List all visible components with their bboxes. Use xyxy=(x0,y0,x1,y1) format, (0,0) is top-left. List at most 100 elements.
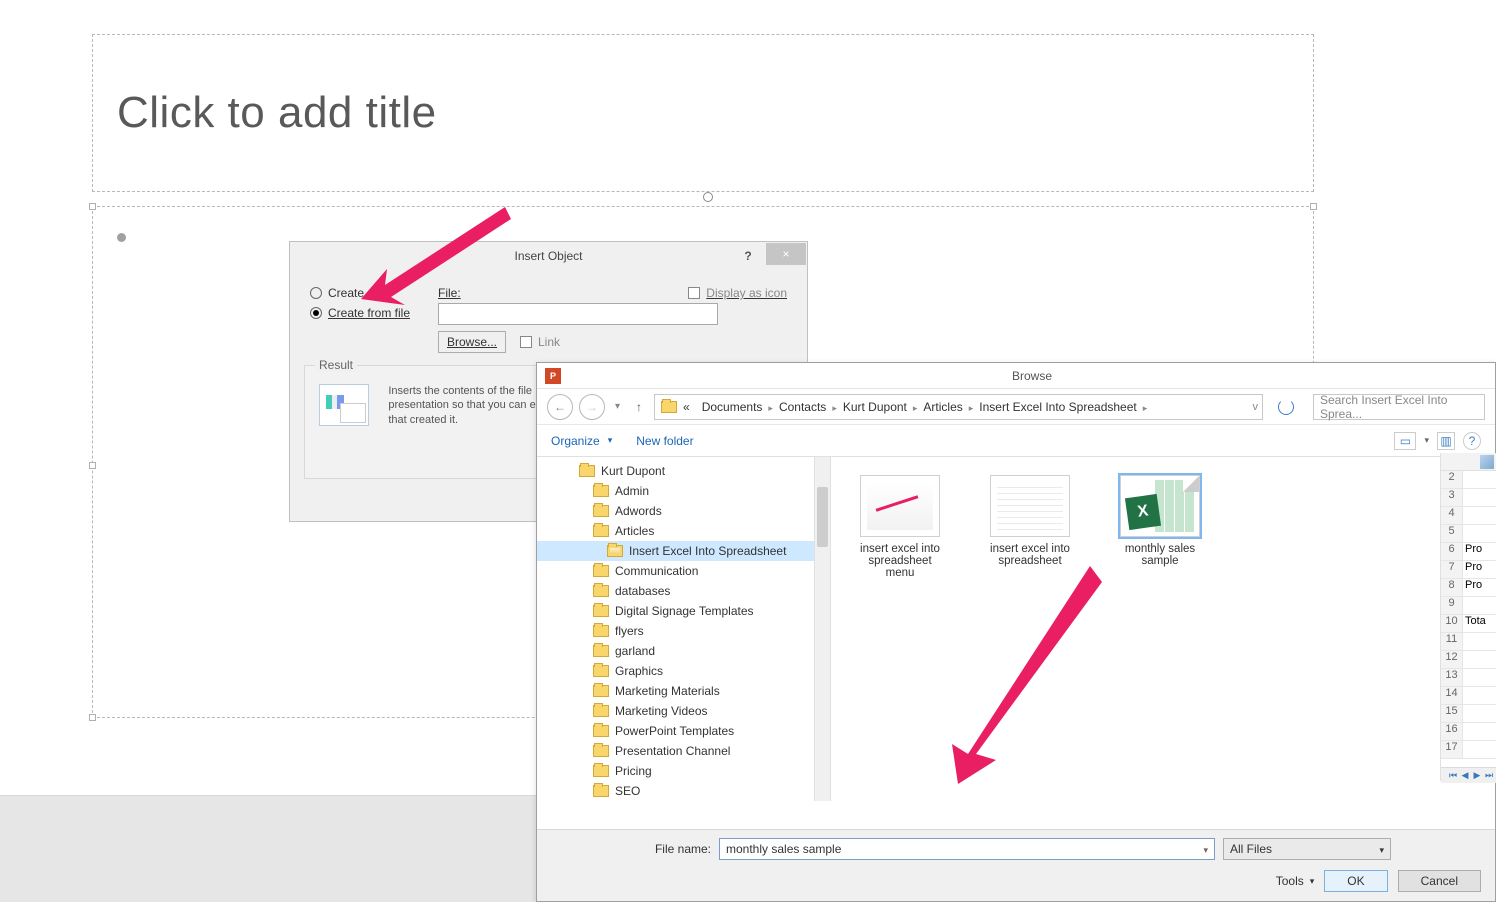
row-number: 3 xyxy=(1441,489,1463,506)
folder-icon xyxy=(593,585,609,597)
breadcrumb-item[interactable]: Insert Excel Into Spreadsheet xyxy=(979,400,1136,414)
folder-tree[interactable]: Kurt Dupont AdminAdwordsArticlesInsert Ex… xyxy=(537,457,831,801)
create-new-radio[interactable]: Create new xyxy=(310,286,420,300)
tree-node[interactable]: Digital Signage Templates xyxy=(537,601,830,621)
file-name-input[interactable]: monthly sales sample xyxy=(719,838,1215,860)
cancel-button[interactable]: Cancel xyxy=(1398,870,1481,892)
new-folder-button[interactable]: New folder xyxy=(636,434,693,448)
help-button[interactable]: ? xyxy=(735,246,761,266)
tree-node[interactable]: Adwords xyxy=(537,501,830,521)
row-number: 2 xyxy=(1441,471,1463,488)
display-as-icon-checkbox[interactable]: Display as icon xyxy=(688,286,787,300)
chevron-down-icon[interactable] xyxy=(1203,842,1208,856)
close-button[interactable]: × xyxy=(766,243,806,265)
preview-row: 15 xyxy=(1441,705,1496,723)
preview-row: 9 xyxy=(1441,597,1496,615)
file-type-select[interactable]: All Files xyxy=(1223,838,1391,860)
nav-up-button[interactable]: ↑ xyxy=(636,400,642,414)
powerpoint-icon: P xyxy=(545,368,561,384)
rotate-handle-icon[interactable] xyxy=(703,192,713,202)
create-new-label: Create new xyxy=(328,286,389,300)
link-checkbox[interactable]: Link xyxy=(520,335,560,349)
file-item[interactable]: insert excel into spreadsheet xyxy=(985,475,1075,567)
folder-icon xyxy=(579,465,595,477)
help-icon[interactable]: ? xyxy=(1463,432,1481,450)
file-item[interactable]: Xmonthly sales sample xyxy=(1115,475,1205,567)
chevron-down-icon[interactable]: v xyxy=(1253,401,1259,413)
folder-icon xyxy=(593,745,609,757)
breadcrumb-item[interactable]: Contacts xyxy=(779,400,826,414)
nav-back-button[interactable]: ← xyxy=(547,394,573,420)
file-type-value: All Files xyxy=(1230,842,1272,856)
row-number: 15 xyxy=(1441,705,1463,722)
tree-node[interactable]: garland xyxy=(537,641,830,661)
breadcrumb-item[interactable]: Kurt Dupont xyxy=(843,400,907,414)
tree-node[interactable]: Marketing Materials xyxy=(537,681,830,701)
organize-button[interactable]: Organize xyxy=(551,434,612,448)
row-cell: Pro xyxy=(1463,561,1496,578)
preview-row: 14 xyxy=(1441,687,1496,705)
refresh-button[interactable] xyxy=(1273,394,1299,420)
tree-node[interactable]: Admin xyxy=(537,481,830,501)
search-input[interactable]: Search Insert Excel Into Sprea... xyxy=(1313,394,1485,420)
preview-row: 2 xyxy=(1441,471,1496,489)
tree-node[interactable]: SEO xyxy=(537,781,830,801)
resize-handle[interactable] xyxy=(1310,203,1317,210)
tree-node[interactable]: flyers xyxy=(537,621,830,641)
nav-history-dropdown[interactable]: ▾ xyxy=(615,401,620,412)
breadcrumb[interactable]: « Documents▸Contacts▸Kurt Dupont▸Article… xyxy=(654,394,1263,420)
chevron-down-icon[interactable] xyxy=(1379,842,1384,856)
scrollbar-thumb[interactable] xyxy=(817,487,828,547)
tree-node[interactable]: Communication xyxy=(537,561,830,581)
resize-handle[interactable] xyxy=(89,203,96,210)
row-cell xyxy=(1463,687,1496,704)
folder-icon xyxy=(593,505,609,517)
scrollbar[interactable] xyxy=(814,457,830,801)
row-number: 8 xyxy=(1441,579,1463,596)
tree-node[interactable]: Marketing Videos xyxy=(537,701,830,721)
ok-button[interactable]: OK xyxy=(1324,870,1387,892)
tree-node-label: Marketing Videos xyxy=(615,704,708,718)
tree-node-label: Kurt Dupont xyxy=(601,464,665,478)
view-preview-button[interactable]: ▥ xyxy=(1437,432,1455,450)
chevron-down-icon[interactable]: ▾ xyxy=(1424,435,1429,446)
file-list[interactable]: insert excel into spreadsheet menu insert… xyxy=(831,457,1495,801)
chevron-right-icon: ▸ xyxy=(913,403,918,413)
resize-handle[interactable] xyxy=(89,462,96,469)
row-cell xyxy=(1463,669,1496,686)
row-cell xyxy=(1463,489,1496,506)
create-from-file-radio[interactable]: Create from file xyxy=(310,306,420,320)
row-cell xyxy=(1463,507,1496,524)
breadcrumb-item[interactable]: Documents xyxy=(702,400,763,414)
browse-button[interactable]: Browse... xyxy=(438,331,506,353)
folder-icon xyxy=(593,565,609,577)
tree-node-label: PowerPoint Templates xyxy=(615,724,734,738)
file-item[interactable]: insert excel into spreadsheet menu xyxy=(855,475,945,579)
scroll-last-icon[interactable]: ⏭ xyxy=(1484,771,1494,781)
image-file-icon xyxy=(990,475,1070,537)
tree-node[interactable]: Pricing xyxy=(537,761,830,781)
tools-dropdown[interactable]: Tools xyxy=(1276,874,1315,888)
excel-scroll[interactable]: ⏮ ◀ ▶ ⏭ xyxy=(1441,767,1496,783)
folder-icon xyxy=(593,485,609,497)
breadcrumb-item[interactable]: Articles xyxy=(923,400,962,414)
tree-node[interactable]: Graphics xyxy=(537,661,830,681)
tree-node[interactable]: PowerPoint Templates xyxy=(537,721,830,741)
slide-title-placeholder[interactable]: Click to add title xyxy=(92,34,1314,192)
view-thumbnails-button[interactable]: ▭ xyxy=(1394,432,1416,450)
row-number: 12 xyxy=(1441,651,1463,668)
resize-handle[interactable] xyxy=(89,714,96,721)
tree-node-label: SEO xyxy=(615,784,640,798)
file-path-input[interactable] xyxy=(438,303,718,325)
scroll-first-icon[interactable]: ⏮ xyxy=(1448,771,1458,781)
scroll-next-icon[interactable]: ▶ xyxy=(1472,771,1482,781)
file-item-label: insert excel into spreadsheet menu xyxy=(855,543,945,579)
tree-node[interactable]: Kurt Dupont xyxy=(537,461,830,481)
scroll-prev-icon[interactable]: ◀ xyxy=(1460,771,1470,781)
nav-forward-button[interactable]: → xyxy=(579,394,605,420)
tree-node[interactable]: Presentation Channel xyxy=(537,741,830,761)
preview-row: 16 xyxy=(1441,723,1496,741)
tree-node[interactable]: Insert Excel Into Spreadsheet xyxy=(537,541,814,561)
tree-node[interactable]: databases xyxy=(537,581,830,601)
tree-node[interactable]: Articles xyxy=(537,521,830,541)
